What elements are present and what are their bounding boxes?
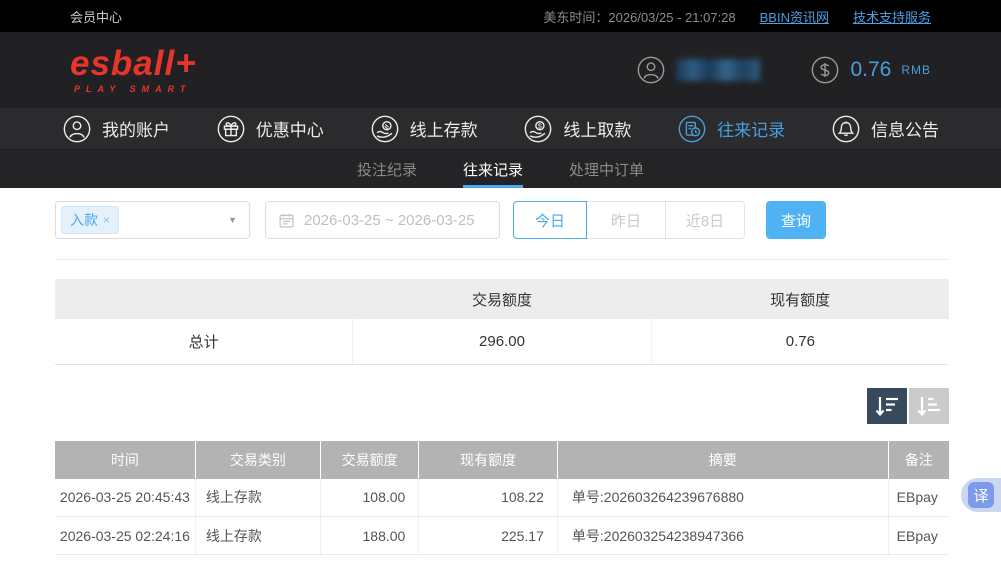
tab-betting-records[interactable]: 投注纪录 — [357, 150, 417, 188]
sort-descending-icon — [875, 396, 898, 416]
cell-remark: EBpay — [888, 478, 949, 517]
records-header-row: 时间 交易类别 交易额度 现有额度 摘要 备注 — [55, 440, 949, 479]
user-account[interactable] — [636, 55, 761, 85]
col-header-type: 交易类别 — [195, 440, 322, 479]
sort-controls — [55, 387, 949, 424]
translate-icon: 译 — [968, 482, 994, 508]
today-button[interactable]: 今日 — [513, 201, 587, 239]
server-time: 美东时间：2026/03/25 - 21:07:28 — [543, 9, 736, 25]
sort-descending-button[interactable] — [867, 387, 907, 424]
gift-icon — [217, 115, 245, 142]
cell-amount: 108.00 — [320, 478, 420, 517]
col-header-time: 时间 — [55, 440, 196, 479]
balance[interactable]: 0.76 RMB — [810, 55, 931, 85]
sub-nav: 投注纪录 往来记录 处理中订单 — [0, 150, 1001, 188]
nav-announcements[interactable]: 信息公告 — [831, 114, 939, 144]
summary-table: 交易额度 现有额度 总计 296.00 0.76 — [55, 279, 949, 365]
calendar-icon — [279, 213, 294, 227]
type-tag-label: 入款 — [70, 212, 98, 228]
logo[interactable]: esball+ PLAY SMART — [70, 46, 197, 94]
col-header-remark: 备注 — [888, 440, 949, 479]
nav-my-account[interactable]: 我的账户 — [62, 114, 170, 144]
date-range-picker[interactable]: 2026-03-25 ~ 2026-03-25 — [265, 201, 500, 239]
tab-transaction-records[interactable]: 往来记录 — [462, 150, 523, 188]
bell-icon — [832, 115, 860, 142]
table-row: 2026-03-25 20:45:43 线上存款 108.00 108.22 单… — [55, 478, 949, 517]
nav-label: 线上存款 — [409, 121, 478, 140]
nav-label: 信息公告 — [870, 121, 939, 140]
avatar-icon — [638, 56, 665, 84]
topbar: 会员中心 美东时间：2026/03/25 - 21:07:28 BBIN资讯网 … — [0, 0, 1001, 32]
chevron-down-icon: ▼ — [228, 215, 237, 225]
tech-support-link[interactable]: 技术支持服务 — [853, 7, 931, 26]
nav-label: 优惠中心 — [255, 121, 324, 140]
bbin-news-link[interactable]: BBIN资讯网 — [760, 7, 829, 26]
member-center-label: 会员中心 — [70, 9, 123, 25]
nav-online-withdrawal[interactable]: $ 线上取款 — [523, 114, 631, 144]
user-icon — [63, 115, 91, 142]
sort-ascending-icon — [917, 396, 940, 416]
tag-remove-icon[interactable]: × — [103, 213, 110, 227]
dollar-icon — [812, 56, 839, 84]
translate-fab[interactable]: 译 — [961, 478, 1001, 512]
col-header-amount: 交易额度 — [320, 440, 420, 479]
deposit-icon — [371, 115, 398, 142]
withdraw-icon: $ — [525, 115, 552, 142]
logo-text: esball+ — [70, 44, 197, 83]
filter-row: 入款 × ▼ 2026-03-25 ~ 2026-03-25 今日 昨日 近8日… — [55, 201, 949, 239]
summary-total-balance: 0.76 — [651, 319, 949, 365]
search-button[interactable]: 查询 — [766, 201, 826, 239]
type-tag: 入款 × — [61, 206, 120, 234]
records-table: 时间 交易类别 交易额度 现有额度 摘要 备注 2026-03-25 20:45… — [55, 440, 949, 555]
balance-amount: 0.76 — [850, 58, 892, 81]
cell-summary: 单号:202603254238947366 — [557, 516, 889, 555]
last-8-days-button[interactable]: 近8日 — [665, 201, 745, 239]
cell-type: 线上存款 — [195, 516, 322, 555]
tab-processing-orders[interactable]: 处理中订单 — [569, 150, 644, 188]
nav-transaction-records[interactable]: 往来记录 — [677, 114, 785, 144]
cell-time: 2026-03-25 20:45:43 — [55, 478, 196, 517]
divider — [55, 259, 949, 260]
transaction-type-select[interactable]: 入款 × ▼ — [55, 201, 250, 239]
sort-ascending-button[interactable] — [909, 387, 949, 424]
summary-header-amount: 交易额度 — [352, 279, 652, 319]
cell-amount: 188.00 — [320, 516, 420, 555]
nav-label: 往来记录 — [717, 121, 786, 140]
header: esball+ PLAY SMART 0.76 RMB — [0, 32, 1001, 108]
summary-total-row: 总计 296.00 0.76 — [55, 319, 949, 365]
yesterday-button[interactable]: 昨日 — [586, 201, 666, 239]
table-row: 2026-03-25 02:24:16 线上存款 188.00 225.17 单… — [55, 516, 949, 555]
date-range-value: 2026-03-25 ~ 2026-03-25 — [304, 211, 475, 229]
nav-online-deposit[interactable]: 线上存款 — [370, 114, 478, 144]
cell-balance: 108.22 — [418, 478, 558, 517]
username-blurred — [676, 59, 761, 81]
main-nav: 我的账户 优惠中心 线上存款 $ 线上取款 往来记录 信息公告 — [0, 108, 1001, 150]
col-header-balance: 现有额度 — [418, 440, 558, 479]
nav-promotions[interactable]: 优惠中心 — [216, 114, 324, 144]
nav-label: 线上取款 — [563, 121, 632, 140]
cell-remark: EBpay — [888, 516, 949, 555]
logo-tagline: PLAY SMART — [74, 84, 192, 94]
records-icon — [678, 115, 706, 142]
summary-header-balance: 现有额度 — [651, 279, 949, 319]
page: 会员中心 美东时间：2026/03/25 - 21:07:28 BBIN资讯网 … — [0, 0, 1001, 566]
summary-header-row: 交易额度 现有额度 — [55, 279, 949, 319]
cell-type: 线上存款 — [195, 478, 322, 517]
balance-currency: RMB — [901, 63, 931, 77]
cell-time: 2026-03-25 02:24:16 — [55, 516, 196, 555]
summary-total-amount: 296.00 — [352, 319, 652, 365]
summary-header-empty — [55, 279, 353, 319]
summary-total-label: 总计 — [55, 319, 354, 365]
quick-date-buttons: 今日 昨日 近8日 — [513, 201, 745, 239]
cell-balance: 225.17 — [418, 516, 558, 555]
nav-label: 我的账户 — [102, 121, 170, 140]
col-header-summary: 摘要 — [557, 440, 889, 479]
cell-summary: 单号:202603264239676880 — [557, 478, 889, 517]
